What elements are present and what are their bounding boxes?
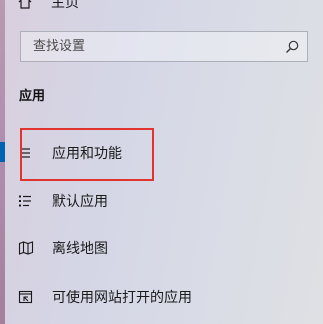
list-icon bbox=[18, 145, 34, 161]
section-heading: 应用 bbox=[19, 89, 46, 104]
map-icon bbox=[18, 240, 34, 256]
nav-item-apps-for-websites[interactable]: 可使用网站打开的应用 bbox=[0, 279, 323, 315]
search-box[interactable] bbox=[20, 31, 308, 62]
default-apps-icon bbox=[18, 193, 34, 209]
nav-item-default-apps[interactable]: 默认应用 bbox=[0, 183, 323, 219]
nav-item-label: 应用和功能 bbox=[52, 146, 122, 162]
nav-item-label: 默认应用 bbox=[52, 194, 108, 210]
nav-item-offline-maps[interactable]: 离线地图 bbox=[0, 230, 323, 266]
search-icon[interactable] bbox=[277, 32, 307, 61]
home-label: 主页 bbox=[51, 0, 79, 11]
search-input[interactable] bbox=[21, 32, 277, 61]
home-icon bbox=[18, 0, 32, 9]
nav-item-label: 可使用网站打开的应用 bbox=[52, 290, 192, 306]
nav-item-apps-features[interactable]: 应用和功能 bbox=[0, 135, 323, 171]
nav-item-label: 离线地图 bbox=[52, 241, 108, 257]
open-website-icon bbox=[18, 289, 34, 305]
home-nav-item[interactable]: 主页 bbox=[18, 0, 79, 12]
